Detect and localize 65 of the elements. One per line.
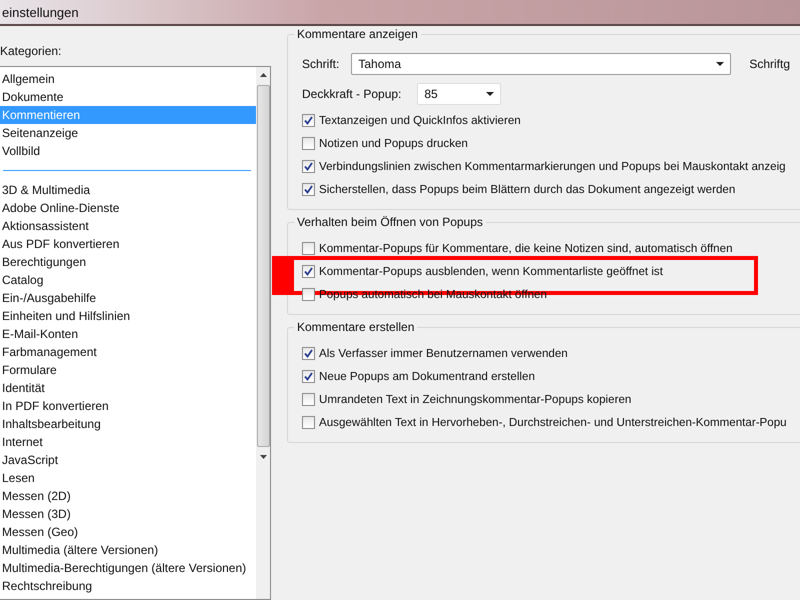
category-item[interactable]: In PDF konvertieren — [0, 397, 256, 415]
checkbox[interactable] — [302, 393, 315, 406]
checkbox-label[interactable]: Kommentar-Popups ausblenden, wenn Kommentarliste geöffnet ist — [319, 265, 663, 278]
checkbox[interactable] — [302, 160, 315, 173]
category-item[interactable]: Multimedia (ältere Versionen) — [0, 541, 256, 559]
checkbox[interactable] — [302, 347, 315, 360]
category-item[interactable]: Internet — [0, 433, 256, 451]
category-item[interactable]: Messen (3D) — [0, 505, 256, 523]
group-title: Kommentare erstellen — [294, 320, 418, 334]
category-item[interactable]: Identität — [0, 379, 256, 397]
window-title: einstellungen — [1, 4, 79, 20]
category-item[interactable]: Vollbild — [0, 142, 256, 160]
category-item[interactable]: Inhaltsbearbeitung — [0, 415, 256, 433]
scrollbar-thumb[interactable] — [256, 85, 270, 447]
category-item[interactable]: Einheiten und Hilfslinien — [0, 307, 256, 325]
scroll-down-icon[interactable] — [260, 455, 266, 459]
category-item[interactable]: Dokumente — [0, 88, 256, 106]
checkbox-label[interactable]: Umrandeten Text in Zeichnungskommentar-Popups kopieren — [319, 393, 632, 406]
scroll-up-icon[interactable] — [260, 73, 266, 77]
category-item[interactable]: Messen (2D) — [0, 487, 256, 505]
checkbox-label[interactable]: Popups automatisch bei Mauskontakt öffnen — [319, 288, 547, 301]
opacity-dropdown[interactable]: 85 — [417, 83, 502, 105]
category-item[interactable]: 3D & Multimedia — [0, 181, 256, 199]
checkbox[interactable] — [302, 370, 315, 383]
category-item[interactable]: Berechtigungen — [0, 253, 256, 271]
checkbox[interactable] — [302, 114, 315, 127]
category-item[interactable]: Lesen — [0, 469, 256, 487]
field-label: Schriftg — [749, 57, 790, 71]
checkbox[interactable] — [302, 242, 315, 255]
category-item[interactable]: Ein-/Ausgabehilfe — [0, 289, 256, 307]
category-item[interactable]: Catalog — [0, 271, 256, 289]
checkbox-label[interactable]: Notizen und Popups drucken — [319, 137, 468, 150]
caret-icon — [716, 62, 724, 66]
group-title: Verhalten beim Öffnen von Popups — [294, 215, 486, 229]
checkbox-label[interactable]: Textanzeigen und QuickInfos aktivieren — [319, 114, 521, 127]
categories-label: Kategorien: — [0, 44, 62, 60]
checkbox[interactable] — [302, 288, 315, 301]
caret-icon — [486, 92, 494, 96]
category-item[interactable]: JavaScript — [0, 451, 256, 469]
checkbox-label[interactable]: Sicherstellen, dass Popups beim Blättern durch das Dokument angezeigt werden — [319, 183, 736, 196]
category-item[interactable]: Aktionsassistent — [0, 217, 256, 235]
checkbox[interactable] — [302, 265, 315, 278]
checkbox-label[interactable]: Neue Popups am Dokumentrand erstellen — [319, 370, 535, 383]
category-item[interactable]: Aus PDF konvertieren — [0, 235, 256, 253]
category-item[interactable]: Allgemein — [0, 70, 256, 88]
group-title: Kommentare anzeigen — [294, 27, 421, 41]
checkbox-label[interactable]: Ausgewählten Text in Hervorheben-, Durchstreichen- und Unterstreichen-Kommentar-Popu — [319, 416, 787, 429]
category-item[interactable]: Farbmanagement — [0, 343, 256, 361]
category-item[interactable]: Messen (Geo) — [0, 523, 256, 541]
checkbox-label[interactable]: Als Verfasser immer Benutzernamen verwenden — [319, 347, 568, 360]
category-item[interactable]: Rechtschreibung — [0, 577, 256, 595]
category-item[interactable]: Multimedia-Berechtigungen (ältere Versionen) — [0, 559, 256, 577]
category-item[interactable]: Adobe Online-Dienste — [0, 199, 256, 217]
checkbox-label[interactable]: Verbindungslinien zwischen Kommentarmarkierungen und Popups bei Mauskontakt anzeig — [319, 160, 786, 173]
checkbox-label[interactable]: Kommentar-Popups für Kommentare, die keine Notizen sind, automatisch öffnen — [319, 242, 733, 255]
field-label: Deckkraft - Popup: — [302, 87, 402, 101]
checkbox[interactable] — [302, 416, 315, 429]
field-label: Schrift: — [302, 57, 340, 71]
font-dropdown[interactable]: Tahoma — [351, 53, 732, 75]
category-item[interactable]: E-Mail-Konten — [0, 325, 256, 343]
category-item[interactable]: Seitenanzeige — [0, 124, 256, 142]
category-item[interactable]: Formulare — [0, 361, 256, 379]
scrollbar[interactable] — [256, 67, 270, 599]
checkbox[interactable] — [302, 183, 315, 196]
checkbox[interactable] — [302, 137, 315, 150]
